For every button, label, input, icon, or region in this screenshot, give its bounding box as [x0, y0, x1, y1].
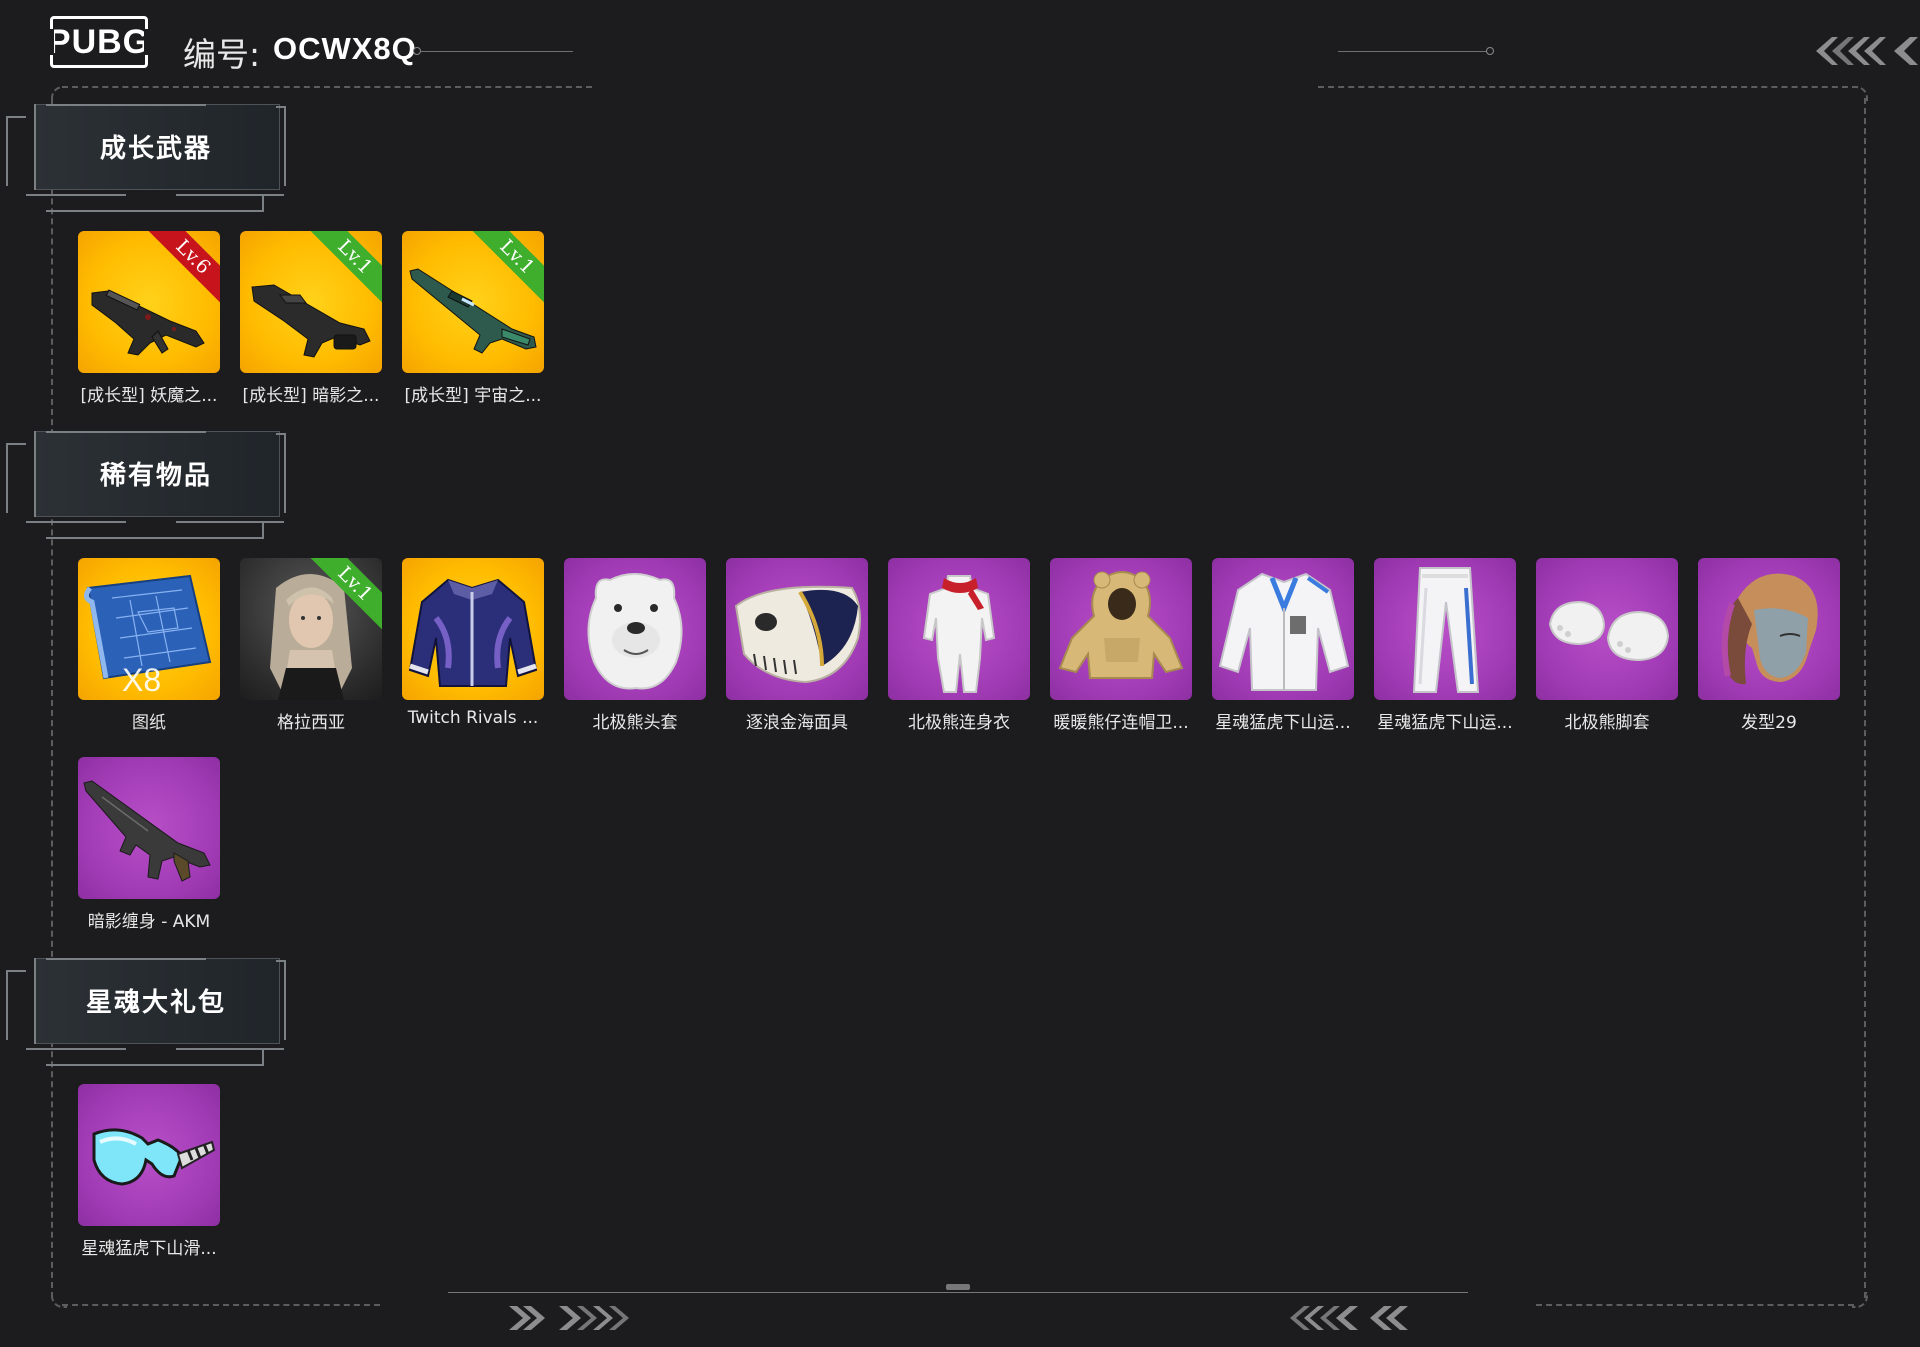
frame-top-right-border: [1318, 86, 1858, 88]
item-name: 逐浪金海面具: [746, 713, 848, 733]
item-card[interactable]: [564, 558, 706, 700]
item-rare-2[interactable]: Lv.1 格拉西亚: [240, 558, 382, 733]
item-card[interactable]: [78, 1084, 220, 1226]
section-title: 星魂大礼包: [85, 987, 226, 1018]
item-growth-weapon-1[interactable]: Lv.6 [成长型] 妖魔之...: [78, 231, 220, 406]
item-rare-5[interactable]: 逐浪金海面具: [726, 558, 868, 733]
item-name: [成长型] 妖魔之...: [80, 386, 218, 406]
bottom-chevrons-left-icon: [1282, 1303, 1418, 1337]
header-line-dot-left: [413, 47, 421, 55]
section-header-rare-items: 稀有物品: [0, 409, 290, 559]
section-header-growth-weapons: 成长武器: [0, 82, 290, 232]
item-card[interactable]: [888, 558, 1030, 700]
akm-icon: [83, 780, 211, 882]
item-name: 北极熊头套: [592, 713, 678, 733]
item-card[interactable]: Lv.6: [78, 231, 220, 373]
item-name: Twitch Rivals ...: [407, 708, 539, 728]
polar-bear-head-icon: [587, 573, 683, 690]
item-rare-1[interactable]: X8 图纸: [78, 558, 220, 733]
item-name: [成长型] 暗影之...: [242, 386, 380, 406]
frame-left-border: [51, 98, 53, 1298]
item-rare-12[interactable]: 暗影缠身 - AKM: [78, 757, 220, 932]
item-rare-3[interactable]: Twitch Rivals ...: [402, 558, 544, 728]
item-rare-7[interactable]: 暖暖熊仔连帽卫...: [1050, 558, 1192, 733]
item-name: 图纸: [132, 713, 166, 733]
skull-mask-icon: [734, 585, 861, 684]
item-starsoul-1[interactable]: 星魂猛虎下山滑...: [78, 1084, 220, 1259]
item-rare-10[interactable]: 北极熊脚套: [1536, 558, 1678, 733]
jacket-icon: [408, 578, 538, 687]
item-name: 格拉西亚: [277, 713, 345, 733]
frame-bottom-left-border: [62, 1304, 380, 1306]
bear-hoodie-icon: [1058, 571, 1184, 679]
frame-right-border: [1864, 98, 1866, 1298]
header-chevrons-icon: [1812, 33, 1920, 73]
pubg-logo: PUBG: [47, 16, 151, 68]
item-name: 北极熊连身衣: [908, 713, 1010, 733]
item-rare-8[interactable]: 星魂猛虎下山运...: [1212, 558, 1354, 733]
frame-corner-br: [1852, 1292, 1868, 1308]
item-name: 暗影缠身 - AKM: [87, 912, 211, 932]
item-rare-4[interactable]: 北极熊头套: [564, 558, 706, 733]
bottom-chevrons-right-icon: [505, 1303, 641, 1337]
item-rare-11[interactable]: 发型29: [1698, 558, 1840, 733]
item-name: [成长型] 宇宙之...: [404, 386, 542, 406]
item-growth-weapon-2[interactable]: Lv.1 [成长型] 暗影之...: [240, 231, 382, 406]
section-header-starsoul-pack: 星魂大礼包: [0, 936, 290, 1086]
item-name: 北极熊脚套: [1564, 713, 1650, 733]
item-name: 暖暖熊仔连帽卫...: [1053, 713, 1189, 733]
item-card[interactable]: [1050, 558, 1192, 700]
item-card[interactable]: [78, 757, 220, 899]
frame-corner-tr: [1852, 86, 1868, 102]
section-title: 成长武器: [99, 133, 212, 164]
section-title: 稀有物品: [99, 460, 212, 491]
item-name: 发型29: [1741, 713, 1797, 733]
item-card[interactable]: [726, 558, 868, 700]
header-line-left: [421, 51, 573, 52]
frame-bottom-right-border: [1536, 1304, 1854, 1306]
item-card[interactable]: X8: [78, 558, 220, 700]
sport-pants-icon: [1412, 567, 1480, 693]
item-card[interactable]: [1212, 558, 1354, 700]
bottom-line: [448, 1292, 1468, 1293]
item-card[interactable]: Lv.1: [240, 231, 382, 373]
goggles-icon: [92, 1128, 216, 1186]
item-card[interactable]: Lv.1: [402, 231, 544, 373]
item-rare-9[interactable]: 星魂猛虎下山运...: [1374, 558, 1516, 733]
paw-shoes-icon: [1548, 600, 1670, 662]
item-card[interactable]: [402, 558, 544, 700]
sport-jacket-icon: [1218, 572, 1350, 691]
id-label: 编号:: [183, 35, 261, 74]
hairstyle-icon: [1721, 573, 1818, 685]
header-line-right: [1338, 51, 1490, 52]
scroll-indicator[interactable]: [946, 1284, 970, 1290]
item-growth-weapon-3[interactable]: Lv.1 [成长型] 宇宙之...: [402, 231, 544, 406]
item-card[interactable]: [1536, 558, 1678, 700]
header-line-dot-right: [1486, 47, 1494, 55]
item-name: 星魂猛虎下山运...: [1215, 713, 1351, 733]
bodysuit-icon: [922, 575, 996, 693]
item-card[interactable]: [1374, 558, 1516, 700]
item-card[interactable]: [1698, 558, 1840, 700]
quantity-overlay: X8: [122, 662, 162, 698]
id-value: OCWX8Q: [273, 31, 417, 66]
item-rare-6[interactable]: 北极熊连身衣: [888, 558, 1030, 733]
item-name: 星魂猛虎下山运...: [1377, 713, 1513, 733]
item-name: 星魂猛虎下山滑...: [81, 1239, 217, 1259]
item-card[interactable]: Lv.1: [240, 558, 382, 700]
logo-text: PUBG: [47, 22, 151, 61]
